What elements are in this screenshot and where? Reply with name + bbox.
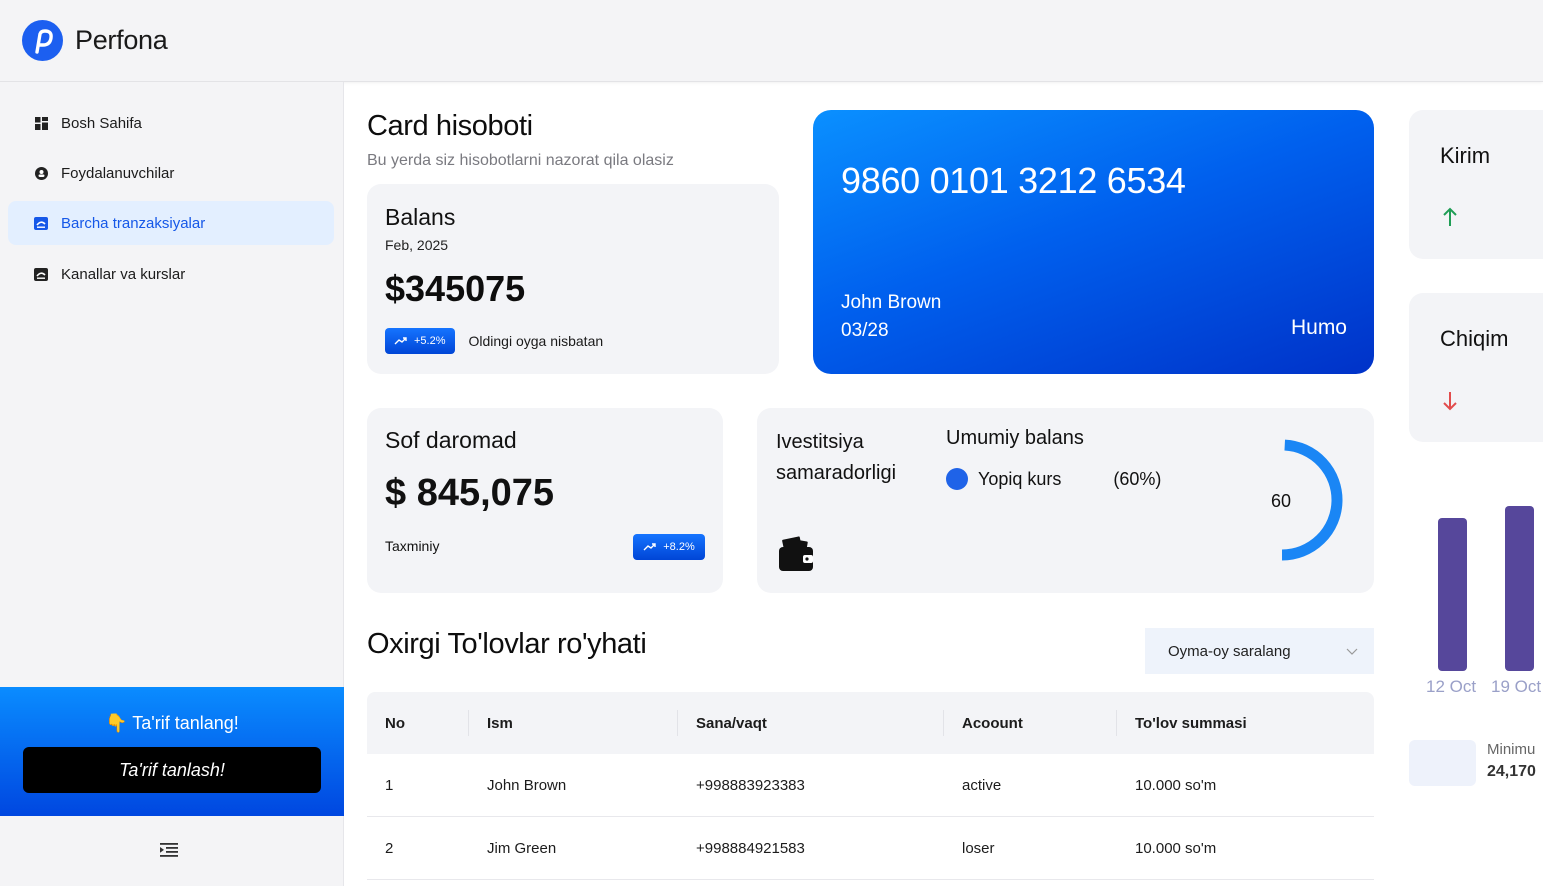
bar-label: 19 Oct <box>1491 677 1542 696</box>
column-header: No <box>385 714 405 732</box>
gauge-value: 60 <box>1271 491 1291 511</box>
balance-title: Balans <box>385 204 456 230</box>
card-expiry: 03/28 <box>841 320 889 341</box>
legend-percent: (60%) <box>1113 468 1162 489</box>
channels-icon <box>34 267 48 281</box>
users-icon <box>34 166 48 180</box>
cell-date: +998884921583 <box>696 839 805 857</box>
balance-growth-value: +5.2% <box>414 335 446 347</box>
income-title: Kirim <box>1440 143 1491 168</box>
dashboard-icon <box>34 116 48 130</box>
sidebar-item-barcha-tranzaksiyalar[interactable]: Barcha tranzaksiyalar <box>8 201 334 245</box>
card-brand: Humo <box>1290 316 1347 339</box>
net-income-note: Taxminiy <box>385 538 440 554</box>
table-row[interactable]: 2 Jim Green +998884921583 loser 10.000 s… <box>367 817 1374 880</box>
plan-promo: 👇 Ta'rif tanlang! Ta'rif tanlash! <box>0 687 344 816</box>
trend-up-icon <box>643 543 656 551</box>
expense-title: Chiqim <box>1440 326 1509 351</box>
trend-up-icon <box>394 337 407 345</box>
cell-account: loser <box>962 839 995 857</box>
legend-dot <box>946 468 968 490</box>
page-title: Card hisoboti <box>367 110 533 142</box>
net-income-growth-badge: +8.2% <box>633 534 705 560</box>
arrow-up-icon <box>1443 207 1457 226</box>
sidebar: Bosh Sahifa Foydalanuvchilar Barcha tran… <box>0 82 344 886</box>
net-income-growth-value: +8.2% <box>663 541 695 553</box>
balance-amount: $345075 <box>385 268 526 309</box>
promo-title: 👇 Ta'rif tanlang! <box>105 713 239 733</box>
net-income-amount: $ 845,075 <box>385 472 555 514</box>
sidebar-item-label: Barcha tranzaksiyalar <box>61 214 206 232</box>
table-row[interactable]: 1 John Brown +998883923383 active 10.000… <box>367 754 1374 817</box>
chart-bar[interactable] <box>1438 518 1467 671</box>
sidebar-item-foydalanuvchilar[interactable]: Foydalanuvchilar <box>8 151 334 195</box>
balance-card: Balans Feb, 2025 $345075 +5.2% Oldingi o… <box>367 184 779 374</box>
cell-no: 2 <box>385 839 394 857</box>
perfona-logo-icon <box>22 20 63 61</box>
income-card: Kirim <box>1409 110 1543 259</box>
month-filter-value: Oyma-oy saralang <box>1168 642 1291 660</box>
investment-card: Ivestitsiya samaradorligi Umumiy balans … <box>757 408 1374 593</box>
app-logo[interactable]: Perfona <box>22 20 168 61</box>
sidebar-item-label: Bosh Sahifa <box>61 114 142 132</box>
min-label: Minimu <box>1487 741 1536 758</box>
legend-label: Yopiq kurs <box>978 468 1062 489</box>
page-subtitle: Bu yerda siz hisobotlarni nazorat qila o… <box>367 152 674 169</box>
column-header: Sana/vaqt <box>696 714 767 732</box>
bank-card[interactable]: 9860 0101 3212 6534 John Brown 03/28 Hum… <box>813 110 1374 374</box>
column-header: To'lov summasi <box>1135 714 1247 732</box>
payments-table: No Ism Sana/vaqt Acoount To'lov summasi … <box>367 692 1374 880</box>
collapse-sidebar-icon[interactable] <box>160 842 178 863</box>
card-holder: John Brown <box>841 292 942 313</box>
column-header: Ism <box>487 714 513 732</box>
net-income-card: Sof daromad $ 845,075 Taxminiy +8.2% <box>367 408 723 593</box>
transactions-icon <box>34 216 48 230</box>
top-bar: Perfona <box>0 0 1543 82</box>
min-indicator-swatch <box>1409 740 1476 786</box>
table-header: No Ism Sana/vaqt Acoount To'lov summasi <box>367 692 1374 754</box>
net-income-title: Sof daromad <box>385 427 517 453</box>
chart-bar[interactable] <box>1505 506 1534 671</box>
expense-card: Chiqim <box>1409 293 1543 442</box>
bar-label: 12 Oct <box>1426 677 1477 696</box>
column-header: Acoount <box>962 714 1023 732</box>
cell-account: active <box>962 776 1002 794</box>
cell-name: Jim Green <box>487 839 557 857</box>
min-value: 24,170 <box>1487 763 1536 780</box>
investment-title-line2: samaradorligi <box>776 462 897 484</box>
month-filter-select[interactable]: Oyma-oy saralang <box>1145 628 1374 674</box>
app-name: Perfona <box>75 25 168 55</box>
cell-name: John Brown <box>487 776 567 794</box>
cell-amount: 10.000 so'm <box>1135 839 1217 857</box>
investment-gauge: 60 <box>1271 439 1343 561</box>
investment-title-line1: Ivestitsiya <box>776 431 864 453</box>
sidebar-item-label: Kanallar va kurslar <box>61 265 186 283</box>
sidebar-item-kanallar-va-kurslar[interactable]: Kanallar va kurslar <box>8 252 334 296</box>
card-number: 9860 0101 3212 6534 <box>841 160 1186 201</box>
choose-plan-button[interactable]: Ta'rif tanlash! <box>23 747 321 793</box>
total-balance-title: Umumiy balans <box>946 427 1084 449</box>
sidebar-item-bosh-sahifa[interactable]: Bosh Sahifa <box>8 101 334 145</box>
balance-date: Feb, 2025 <box>385 237 449 253</box>
balance-note: Oldingi oyga nisbatan <box>468 333 604 349</box>
chevron-down-icon <box>1346 648 1358 655</box>
arrow-down-icon <box>1443 392 1457 411</box>
cell-no: 1 <box>385 776 394 794</box>
cell-date: +998883923383 <box>696 776 805 794</box>
cell-amount: 10.000 so'm <box>1135 776 1217 794</box>
balance-growth-badge: +5.2% <box>385 328 455 354</box>
sidebar-item-label: Foydalanuvchilar <box>61 164 175 182</box>
wallet-icon <box>777 535 815 578</box>
payments-title: Oxirgi To'lovlar ro'yhati <box>367 628 647 660</box>
